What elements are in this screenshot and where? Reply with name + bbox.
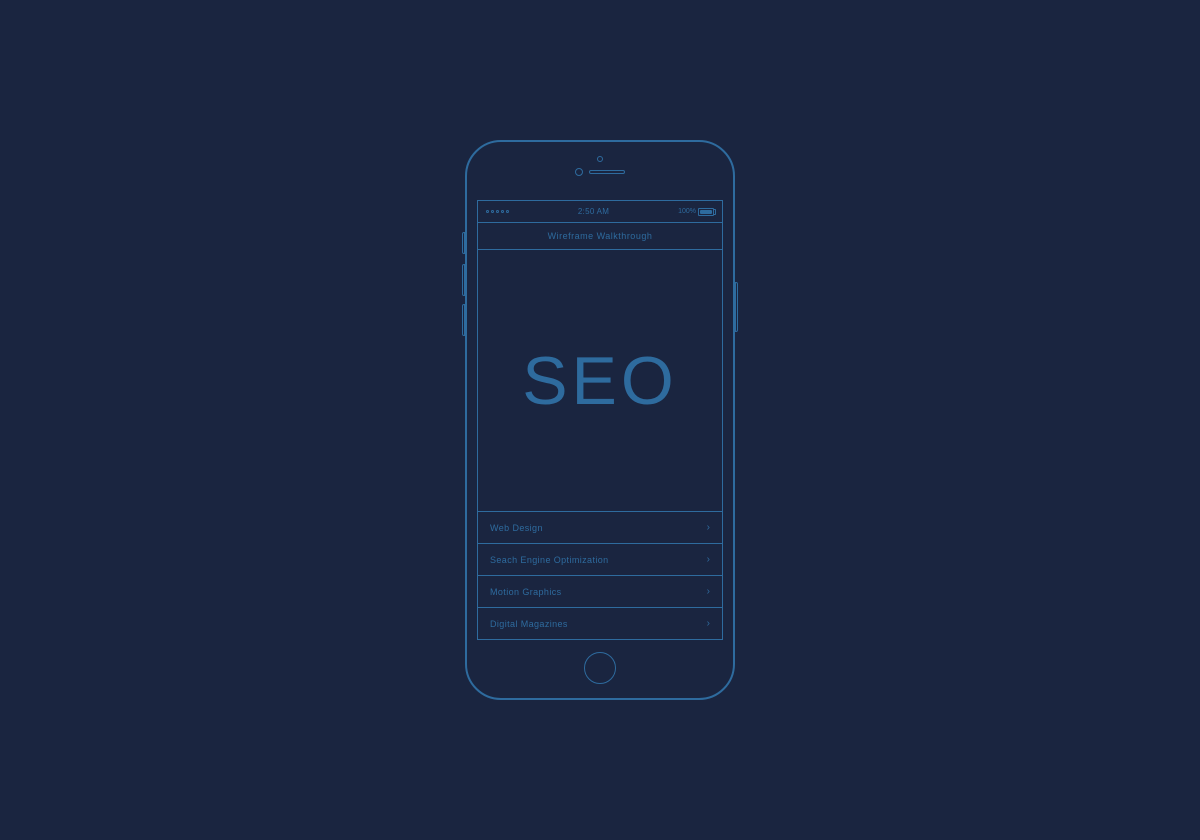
chevron-icon: › (707, 522, 710, 533)
battery-percent: 100% (678, 208, 696, 215)
chevron-icon: › (707, 586, 710, 597)
menu-item-label: Web Design (490, 523, 543, 533)
signal-dot-4 (501, 210, 504, 213)
camera-icon (575, 168, 583, 176)
chevron-icon: › (707, 618, 710, 629)
menu-list: Web Design › Seach Engine Optimization ›… (478, 512, 722, 639)
speaker-dot (597, 156, 603, 162)
hero-area: SEO (478, 250, 722, 512)
menu-item-label: Seach Engine Optimization (490, 555, 609, 565)
battery-fill (700, 210, 712, 214)
menu-item-web-design[interactable]: Web Design › (478, 512, 722, 544)
menu-item-digital-magazines[interactable]: Digital Magazines › (478, 608, 722, 639)
phone-screen: 2:50 AM 100% Wireframe Walkthrough SEO W… (477, 200, 723, 640)
signal-indicator (486, 210, 509, 213)
phone-frame: 2:50 AM 100% Wireframe Walkthrough SEO W… (465, 140, 735, 700)
menu-item-seo[interactable]: Seach Engine Optimization › (478, 544, 722, 576)
volume-up-button (462, 264, 465, 296)
nav-bar: Wireframe Walkthrough (478, 223, 722, 250)
menu-item-label: Digital Magazines (490, 619, 568, 629)
nav-title: Wireframe Walkthrough (548, 231, 653, 241)
home-button[interactable] (584, 652, 616, 684)
phone-top-elements (575, 168, 625, 176)
status-bar: 2:50 AM 100% (478, 201, 722, 223)
chevron-icon: › (707, 554, 710, 565)
battery-indicator: 100% (678, 208, 714, 216)
hero-text: SEO (522, 347, 678, 415)
status-time: 2:50 AM (578, 207, 609, 216)
signal-dot-5 (506, 210, 509, 213)
power-button (735, 282, 738, 332)
menu-item-motion-graphics[interactable]: Motion Graphics › (478, 576, 722, 608)
speaker-bar (589, 170, 625, 174)
battery-icon (698, 208, 714, 216)
mute-button (462, 232, 465, 254)
signal-dot-2 (491, 210, 494, 213)
signal-dot-1 (486, 210, 489, 213)
volume-down-button (462, 304, 465, 336)
menu-item-label: Motion Graphics (490, 587, 562, 597)
signal-dot-3 (496, 210, 499, 213)
